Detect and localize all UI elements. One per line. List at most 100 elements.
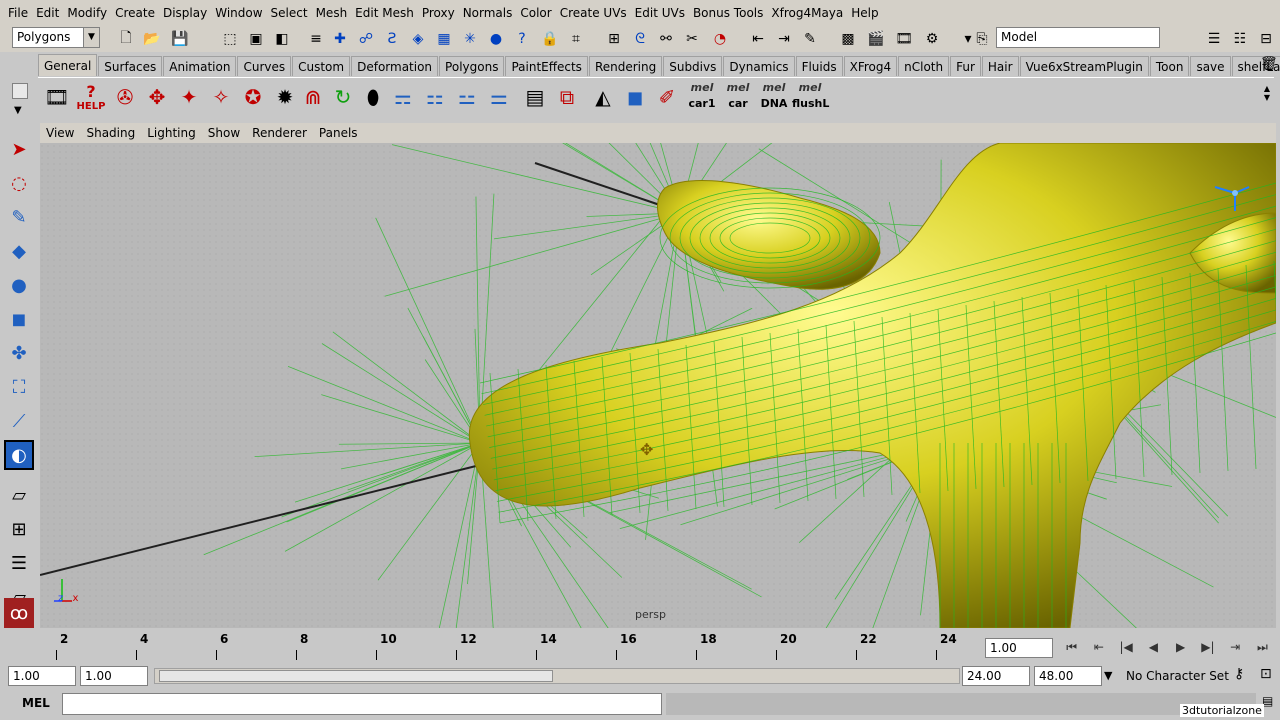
go-to-start-icon[interactable]: ⏮ xyxy=(1058,636,1085,658)
construction-history-toggle-icon[interactable]: ✎ xyxy=(800,29,820,49)
panel-menu-view[interactable]: View xyxy=(40,126,80,140)
help-line-icon[interactable]: ? xyxy=(512,29,532,49)
shelf-tab-dynamics[interactable]: Dynamics xyxy=(723,56,795,76)
render-settings-icon[interactable]: ⚙ xyxy=(922,29,942,49)
menu-normals[interactable]: Normals xyxy=(459,0,517,26)
node-editor-4-icon[interactable]: ⚌ xyxy=(484,81,514,113)
single-view-layout-icon[interactable]: ▱ xyxy=(4,480,34,510)
shelf-tab-fur[interactable]: Fur xyxy=(950,56,981,76)
menu-color[interactable]: Color xyxy=(516,0,555,26)
shelf-tab-surfaces[interactable]: Surfaces xyxy=(98,56,163,76)
menu-set-select[interactable]: Polygons ▼ xyxy=(12,27,100,48)
menu-create-uvs[interactable]: Create UVs xyxy=(556,0,631,26)
scale-tool-icon[interactable]: ◼ xyxy=(4,304,34,334)
input-connections-icon[interactable]: ⇤ xyxy=(748,29,768,49)
render-sphere-icon[interactable]: ● xyxy=(486,29,506,49)
shelf-tab-custom[interactable]: Custom xyxy=(292,56,351,76)
range-slider[interactable] xyxy=(154,668,960,684)
snap-curve-icon[interactable]: ☍ xyxy=(356,29,376,49)
ipr-render-icon[interactable]: 🎞 xyxy=(894,29,914,49)
snap-surface-icon[interactable]: ▦ xyxy=(434,29,454,49)
output-connections-icon[interactable]: ⇥ xyxy=(774,29,794,49)
save-scene-icon[interactable]: 💾 xyxy=(170,29,190,49)
menu-display[interactable]: Display xyxy=(159,0,211,26)
snap-point-icon[interactable]: Ƨ xyxy=(382,29,402,49)
shelf-scroll-icon[interactable]: ▲ ▼ xyxy=(1262,84,1272,112)
shelf-tab-save[interactable]: save xyxy=(1190,56,1231,76)
select-component-icon[interactable]: ◧ xyxy=(272,29,292,49)
menu-help[interactable]: Help xyxy=(847,0,882,26)
magnet-icon[interactable]: ⚯ xyxy=(656,29,676,49)
paint-select-tool-icon[interactable]: ✎ xyxy=(4,202,34,232)
last-tool-icon[interactable]: ◐ xyxy=(4,440,34,470)
cube-icon[interactable]: ◼ xyxy=(620,81,650,113)
menu-xfrog4maya[interactable]: Xfrog4Maya xyxy=(767,0,847,26)
camera-up-icon[interactable]: ✧ xyxy=(206,81,236,113)
menu-file[interactable]: File xyxy=(4,0,32,26)
shelf-tab-toon[interactable]: Toon xyxy=(1149,56,1190,76)
film-icon[interactable]: 🎞 xyxy=(42,81,72,113)
playback-end-field[interactable]: 24.00 xyxy=(962,666,1030,686)
panel-menu-panels[interactable]: Panels xyxy=(313,126,364,140)
shelf-tab-subdivs[interactable]: Subdivs xyxy=(663,56,723,76)
current-time-field[interactable]: 1.00 xyxy=(985,638,1053,658)
shelf-tab-curves[interactable]: Curves xyxy=(237,56,292,76)
menu-edit-mesh[interactable]: Edit Mesh xyxy=(351,0,418,26)
render-view-icon[interactable]: ▩ xyxy=(838,29,858,49)
sphere-cone-icon[interactable]: ◭ xyxy=(588,81,618,113)
menu-window[interactable]: Window xyxy=(211,0,266,26)
rotate-tool-icon[interactable]: ● xyxy=(4,270,34,300)
chevron-down-icon[interactable]: ▼ xyxy=(83,28,99,47)
command-input[interactable] xyxy=(62,693,662,715)
channel-box-icon[interactable]: ⊟ xyxy=(1256,29,1276,49)
character-set-menu[interactable]: No Character Set xyxy=(1126,666,1230,686)
node-editor-3-icon[interactable]: ⚍ xyxy=(452,81,482,113)
camera-red-icon[interactable]: ✇ xyxy=(110,81,140,113)
shelf-tab-painteffects[interactable]: PaintEffects xyxy=(505,56,588,76)
script-editor-icon[interactable]: ▤ xyxy=(520,81,550,113)
shelf-tab-fluids[interactable]: Fluids xyxy=(795,56,843,76)
select-tool-icon[interactable]: ➤ xyxy=(4,134,34,164)
select-hierarchy-icon[interactable]: ⬚ xyxy=(220,29,240,49)
lock-icon[interactable]: 🔒 xyxy=(540,29,560,49)
construction-history-icon[interactable]: ⊞ xyxy=(604,29,624,49)
open-scene-icon[interactable]: 📂 xyxy=(142,29,162,49)
step-back-key-icon[interactable]: ⇤ xyxy=(1085,636,1112,658)
camera-dark-icon[interactable]: ✹ xyxy=(270,81,300,113)
select-object-icon[interactable]: ▣ xyxy=(246,29,266,49)
go-to-end-icon[interactable]: ⏭ xyxy=(1249,636,1276,658)
magnet-snap-icon[interactable]: ◔ xyxy=(710,29,730,49)
help-button[interactable]: ? HELP xyxy=(76,81,106,113)
soft-select-icon[interactable]: ᘓ xyxy=(630,29,650,49)
shelf-tab-options-icon[interactable] xyxy=(12,83,28,99)
shelf-tab-vue6xstreamplugin[interactable]: Vue6xStreamPlugin xyxy=(1019,56,1149,76)
start-time-field[interactable]: 1.00 xyxy=(8,666,76,686)
menu-select[interactable]: Select xyxy=(267,0,312,26)
tool-settings-icon[interactable]: ☷ xyxy=(1230,29,1250,49)
shelf-tab-rendering[interactable]: Rendering xyxy=(588,56,663,76)
mel-script-button[interactable]: mel car1 xyxy=(684,80,720,114)
new-scene-icon[interactable]: 🗋 xyxy=(116,29,136,49)
arrow-green-icon[interactable]: ↻ xyxy=(328,81,358,113)
lasso-tool-icon[interactable]: ◌ xyxy=(4,168,34,198)
input-field-type-icon[interactable]: ⎘ xyxy=(972,29,992,49)
menu-proxy[interactable]: Proxy xyxy=(418,0,459,26)
shelf-tab-hair[interactable]: Hair xyxy=(981,56,1019,76)
panel-menu-show[interactable]: Show xyxy=(202,126,246,140)
menu-bonus-tools[interactable]: Bonus Tools xyxy=(689,0,767,26)
camera-ex-icon[interactable]: ✪ xyxy=(238,81,268,113)
range-slider-handle[interactable] xyxy=(159,670,553,682)
menu-edit[interactable]: Edit xyxy=(32,0,63,26)
shelf-menu-arrow-icon[interactable]: ▼ xyxy=(14,105,22,116)
maya-logo-icon[interactable]: ꝏ xyxy=(4,598,34,628)
camera-aim-icon[interactable]: ✦ xyxy=(174,81,204,113)
node-editor-1-icon[interactable]: ⚎ xyxy=(388,81,418,113)
brush-icon[interactable]: ✐ xyxy=(652,81,682,113)
soft-mod-tool-icon[interactable]: ⛶ xyxy=(4,372,34,402)
snap-grid-icon[interactable]: ✚ xyxy=(330,29,350,49)
move-tool-icon[interactable]: ◆ xyxy=(4,236,34,266)
cylinder-icon[interactable]: ⬮ xyxy=(358,81,388,113)
selection-constraint-icon[interactable]: ⌗ xyxy=(566,29,586,49)
node-editor-2-icon[interactable]: ⚏ xyxy=(420,81,450,113)
play-forward-icon[interactable]: ▶ xyxy=(1167,636,1194,658)
